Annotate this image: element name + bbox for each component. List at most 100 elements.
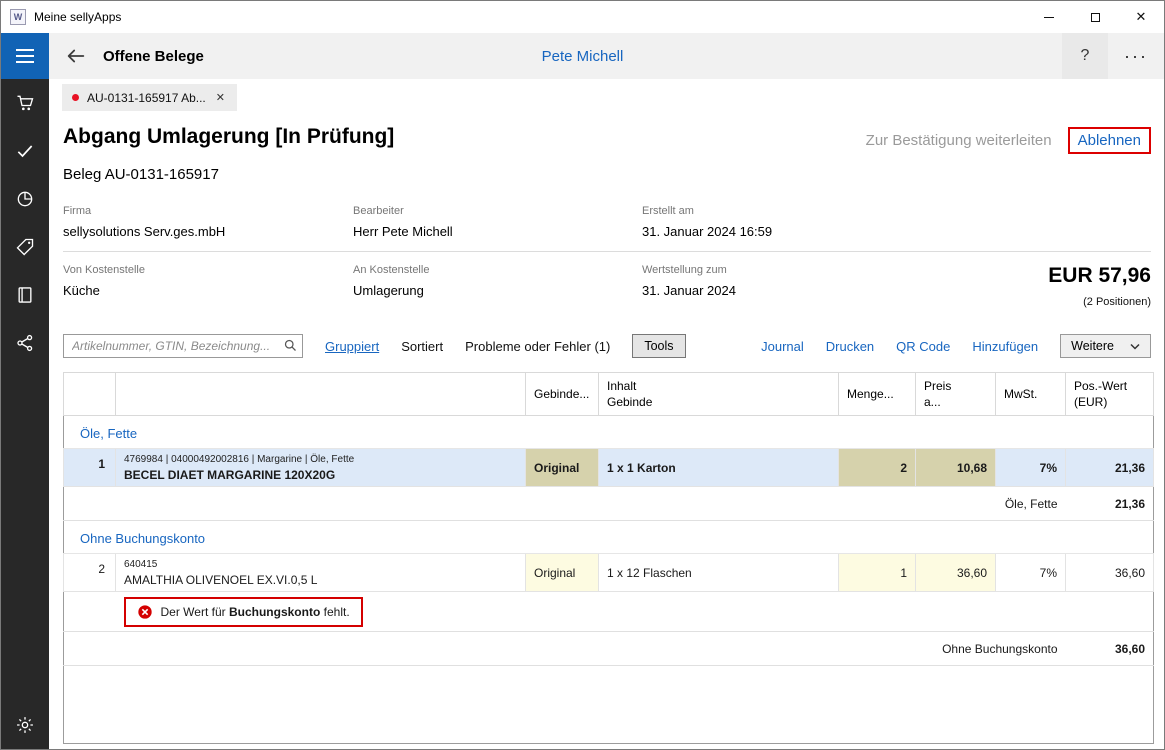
forward-action[interactable]: Zur Bestätigung weiterleiten — [866, 132, 1052, 149]
article-name: AMALTHIA OLIVENOEL EX.VI.0,5 L — [124, 573, 517, 587]
help-icon: ? — [1081, 47, 1090, 65]
fields-row-1: Firma sellysolutions Serv.ges.mbH Bearbe… — [63, 193, 1151, 252]
gear-icon — [15, 715, 35, 735]
hamburger-icon — [16, 49, 34, 51]
sidebar-item-tasks[interactable] — [1, 127, 49, 175]
tag-icon — [15, 237, 35, 257]
back-arrow-icon — [65, 45, 87, 67]
tab-close-icon[interactable]: ✕ — [214, 91, 227, 104]
validation-error-row: Der Wert für Buchungskonto fehlt. — [64, 592, 1154, 632]
sidebar-item-share[interactable] — [1, 319, 49, 367]
article-name: BECEL DIAET MARGARINE 120X20G — [124, 468, 517, 482]
inhalt-cell: 1 x 12 Flaschen — [599, 554, 839, 592]
tab-label: AU-0131-165917 Ab... — [87, 91, 206, 105]
qr-code-link[interactable]: QR Code — [896, 339, 950, 354]
position-row-1[interactable]: 1 4769984 | 04000492002816 | Margarine |… — [64, 449, 1154, 487]
hinzufuegen-link[interactable]: Hinzufügen — [972, 339, 1038, 354]
row-number: 2 — [64, 554, 116, 592]
article-cell: 640415 AMALTHIA OLIVENOEL EX.VI.0,5 L — [116, 554, 526, 592]
sidebar-item-settings[interactable] — [1, 701, 49, 749]
preis-cell[interactable]: 10,68 — [916, 449, 996, 487]
wert-cell: 36,60 — [1066, 554, 1154, 592]
drucken-link[interactable]: Drucken — [826, 339, 874, 354]
app-header: Offene Belege Pete Michell ? ··· — [1, 33, 1164, 79]
search-input[interactable] — [63, 334, 303, 358]
close-button[interactable]: ✕ — [1118, 1, 1164, 33]
subtotal-value: 21,36 — [1066, 487, 1154, 521]
maximize-button[interactable] — [1072, 1, 1118, 33]
subtotal-label: Öle, Fette — [64, 487, 1066, 521]
field-bearbeiter: Bearbeiter Herr Pete Michell — [353, 205, 642, 239]
menge-cell[interactable]: 2 — [839, 449, 916, 487]
col-header-gebinde[interactable]: Gebinde... — [526, 373, 599, 416]
mwst-cell: 7% — [996, 554, 1066, 592]
field-erstellt-am: Erstellt am 31. Januar 2024 16:59 — [642, 205, 916, 239]
positions-grid: Gebinde... Inhalt Gebinde Menge... Preis… — [63, 372, 1151, 749]
row-number: 1 — [64, 449, 116, 487]
col-header-inhalt[interactable]: Inhalt Gebinde — [599, 373, 839, 416]
journal-link[interactable]: Journal — [761, 339, 804, 354]
preis-cell[interactable]: 36,60 — [916, 554, 996, 592]
gruppiert-link[interactable]: Gruppiert — [325, 339, 379, 354]
share-network-icon — [15, 333, 35, 353]
subtotal-label: Ohne Buchungskonto — [64, 632, 1066, 666]
ellipsis-icon: ··· — [1124, 46, 1148, 67]
total-amount: EUR 57,96 — [916, 264, 1151, 288]
window-title: Meine sellyApps — [34, 10, 121, 24]
window-titlebar: W Meine sellyApps ✕ — [1, 1, 1164, 33]
chevron-down-icon — [1130, 343, 1140, 350]
sidebar-item-cart[interactable] — [1, 79, 49, 127]
grid-header-row: Gebinde... Inhalt Gebinde Menge... Preis… — [64, 373, 1154, 416]
mwst-cell: 7% — [996, 449, 1066, 487]
gebinde-cell[interactable]: Original — [526, 554, 599, 592]
group-header-ohne-buchungskonto: Ohne Buchungskonto — [64, 521, 1154, 554]
tab-bar: AU-0131-165917 Ab... ✕ — [49, 79, 1164, 111]
inhalt-cell: 1 x 1 Karton — [599, 449, 839, 487]
grid-empty-area — [64, 666, 1154, 744]
maximize-icon — [1091, 13, 1100, 22]
weitere-button[interactable]: Weitere — [1060, 334, 1151, 358]
sidebar-item-prices[interactable] — [1, 223, 49, 271]
validation-error-message: Der Wert für Buchungskonto fehlt. — [124, 597, 363, 627]
app-window: W Meine sellyApps ✕ Offene Belege Pete M… — [0, 0, 1165, 750]
col-header-mwst[interactable]: MwSt. — [996, 373, 1066, 416]
error-icon — [137, 604, 153, 620]
total-block: EUR 57,96 (2 Positionen) — [916, 264, 1151, 308]
field-von-kostenstelle: Von Kostenstelle Küche — [63, 264, 353, 308]
col-header-menge[interactable]: Menge... — [839, 373, 916, 416]
fields-row-2: Von Kostenstelle Küche An Kostenstelle U… — [63, 252, 1151, 320]
sidebar-item-ledger[interactable] — [1, 271, 49, 319]
search-icon — [283, 338, 298, 356]
user-name[interactable]: Pete Michell — [542, 48, 624, 65]
subtotal-value: 36,60 — [1066, 632, 1154, 666]
document-view: Abgang Umlagerung [In Prüfung] Zur Bestä… — [49, 111, 1164, 749]
col-header-bezeichnung[interactable] — [116, 373, 526, 416]
back-button[interactable] — [61, 41, 91, 71]
sortiert-link[interactable]: Sortiert — [401, 339, 443, 354]
document-tab[interactable]: AU-0131-165917 Ab... ✕ — [62, 84, 237, 111]
col-header-preis[interactable]: Preis a... — [916, 373, 996, 416]
position-row-2[interactable]: 2 640415 AMALTHIA OLIVENOEL EX.VI.0,5 L … — [64, 554, 1154, 592]
reject-button[interactable]: Ablehnen — [1068, 127, 1151, 154]
col-header-num[interactable] — [64, 373, 116, 416]
probleme-link[interactable]: Probleme oder Fehler (1) — [465, 339, 610, 354]
app-icon: W — [10, 9, 26, 25]
menge-cell[interactable]: 1 — [839, 554, 916, 592]
subtotal-row-oele-fette: Öle, Fette 21,36 — [64, 487, 1154, 521]
sidebar-item-reports[interactable] — [1, 175, 49, 223]
menu-button[interactable] — [1, 33, 49, 79]
group-header-oele-fette: Öle, Fette — [64, 416, 1154, 449]
gebinde-cell[interactable]: Original — [526, 449, 599, 487]
subtotal-row-ohne-buchungskonto: Ohne Buchungskonto 36,60 — [64, 632, 1154, 666]
sidebar — [1, 79, 49, 749]
minimize-button[interactable] — [1026, 1, 1072, 33]
minimize-icon — [1044, 17, 1054, 18]
help-button[interactable]: ? — [1062, 33, 1108, 79]
document-number: Beleg AU-0131-165917 — [63, 166, 1151, 183]
positions-count: (2 Positionen) — [916, 296, 1151, 308]
col-header-wert[interactable]: Pos.-Wert (EUR) — [1066, 373, 1154, 416]
tools-button[interactable]: Tools — [632, 334, 685, 358]
more-menu-button[interactable]: ··· — [1108, 33, 1164, 79]
cart-icon — [15, 93, 35, 113]
unsaved-dot-icon — [72, 94, 79, 101]
